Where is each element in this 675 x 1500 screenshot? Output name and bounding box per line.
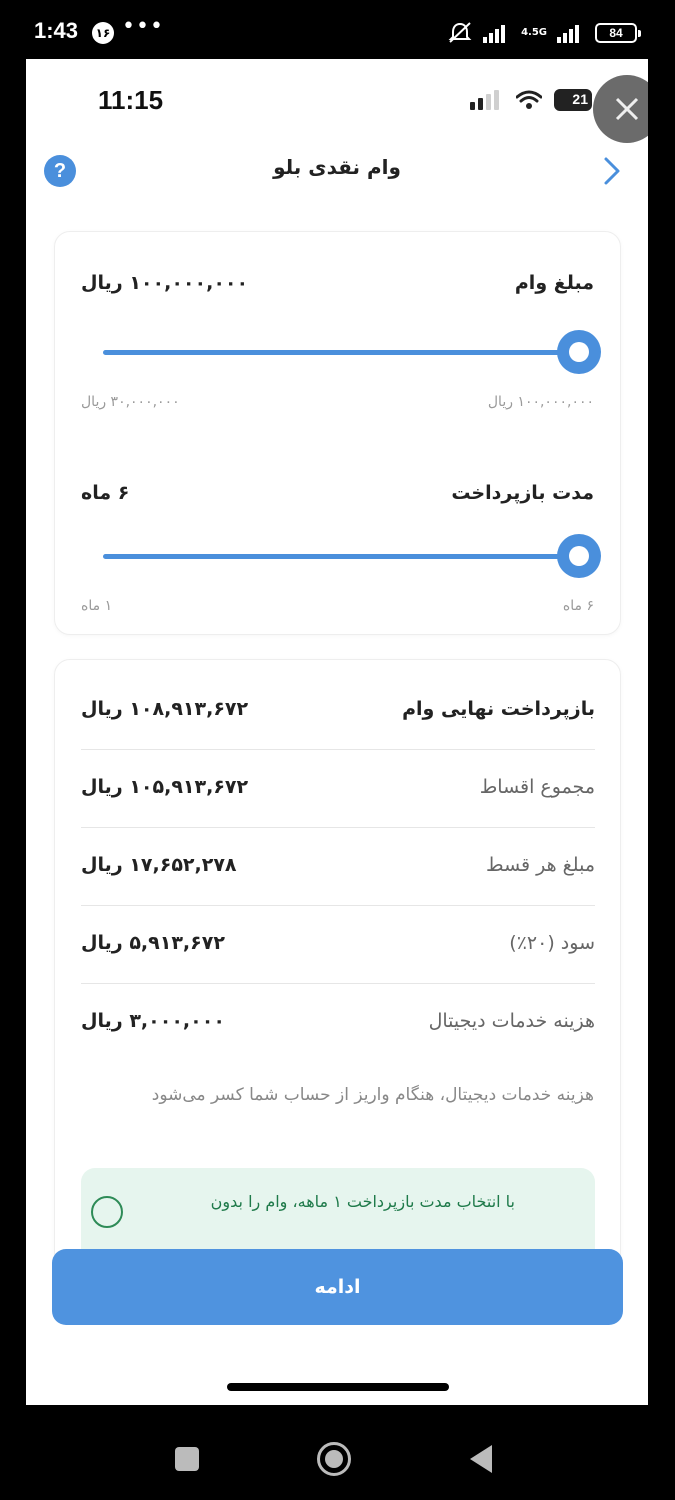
signal-icon-2 (557, 25, 579, 43)
summary-label: سود (۲۰٪) (509, 932, 595, 954)
loan-amount-slider-track[interactable] (103, 350, 579, 355)
home-indicator (227, 1383, 449, 1391)
cell-signal-icon (470, 90, 499, 110)
summary-value: ۱۰۸,۹۱۳,۶۷۲ ریال (81, 698, 249, 720)
repayment-period-slider-thumb[interactable] (557, 534, 601, 578)
network-type: 4.5G (521, 27, 547, 38)
device-clock: 1:43 (34, 18, 79, 43)
summary-value: ۱۷,۶۵۲,۲۷۸ ریال (81, 854, 237, 876)
wifi-icon (516, 90, 542, 109)
home-icon[interactable] (317, 1442, 351, 1476)
loan-settings-card: مبلغ وام ۱۰۰,۰۰۰,۰۰۰ ریال ۱۰۰,۰۰۰,۰۰۰ ری… (54, 231, 621, 635)
summary-label: مجموع اقساط (479, 776, 595, 798)
repayment-period-label: مدت بازپرداخت (451, 482, 594, 504)
inner-battery: 21 (554, 89, 592, 111)
repayment-period-slider-track[interactable] (103, 554, 579, 559)
page-title: وام نقدی بلو (273, 155, 401, 179)
loan-amount-slider-thumb[interactable] (557, 330, 601, 374)
loan-amount-max-label: ۱۰۰,۰۰۰,۰۰۰ ریال (487, 394, 594, 410)
loan-amount-label: مبلغ وام (514, 272, 594, 294)
summary-value: ۱۰۵,۹۱۳,۶۷۲ ریال (81, 776, 249, 798)
check-circle-icon (91, 1196, 123, 1228)
summary-value: ۵,۹۱۳,۶۷۲ ریال (81, 932, 225, 954)
notification-badge: ۱۶ (92, 22, 114, 44)
repayment-summary-card: بازپرداخت نهایی وام ۱۰۸,۹۱۳,۶۷۲ ریال مجم… (54, 659, 621, 1269)
device-status-icons: 4.5G 84 (447, 20, 641, 46)
loan-amount-min-label: ۳۰,۰۰۰,۰۰۰ ریال (81, 394, 180, 410)
repayment-period-value: ۶ ماه (81, 482, 130, 504)
muted-bell-icon (448, 22, 472, 43)
digital-fee-note: هزینه خدمات دیجیتال، هنگام واریز از حساب… (151, 1085, 594, 1105)
info-text: با انتخاب مدت بازپرداخت ۱ ماهه، وام را ب… (210, 1192, 515, 1211)
device-status-bar: 1:43 ۱۶ ••• 4.5G 84 (0, 0, 675, 62)
summary-row: مبلغ هر قسط ۱۷,۶۵۲,۲۷۸ ریال (81, 828, 595, 906)
navigation-bar (0, 1405, 675, 1500)
inner-status-bar: 11:15 21 (26, 59, 648, 145)
summary-label: بازپرداخت نهایی وام (402, 698, 595, 720)
summary-value: ۳,۰۰۰,۰۰۰ ریال (81, 1010, 225, 1032)
inner-clock: 11:15 (98, 85, 164, 115)
page-header: ? وام نقدی بلو (26, 145, 648, 215)
summary-label: مبلغ هر قسط (486, 854, 595, 876)
more-notifications-icon: ••• (122, 14, 164, 39)
continue-button[interactable]: ادامه (52, 1249, 623, 1325)
loan-amount-value: ۱۰۰,۰۰۰,۰۰۰ ریال (81, 272, 249, 294)
summary-row: بازپرداخت نهایی وام ۱۰۸,۹۱۳,۶۷۲ ریال (81, 672, 595, 750)
repayment-period-min-label: ۱ ماه (81, 598, 113, 614)
back-icon[interactable] (470, 1445, 492, 1473)
repayment-period-max-label: ۶ ماه (562, 598, 594, 614)
device-battery: 84 (595, 23, 641, 43)
close-icon (615, 97, 639, 121)
inner-status-icons: 21 (470, 89, 592, 111)
question-icon[interactable]: ? (44, 155, 76, 187)
recent-apps-icon[interactable] (175, 1447, 199, 1471)
app-screen: 11:15 21 ? وام نقدی بلو مبلغ وام ۱۰۰,۰۰۰… (26, 59, 648, 1405)
summary-label: هزینه خدمات دیجیتال (428, 1010, 595, 1032)
chevron-right-icon[interactable] (600, 155, 624, 187)
summary-row: هزینه خدمات دیجیتال ۳,۰۰۰,۰۰۰ ریال (81, 984, 595, 1062)
signal-icon (483, 25, 506, 43)
summary-row: مجموع اقساط ۱۰۵,۹۱۳,۶۷۲ ریال (81, 750, 595, 828)
summary-row: سود (۲۰٪) ۵,۹۱۳,۶۷۲ ریال (81, 906, 595, 984)
